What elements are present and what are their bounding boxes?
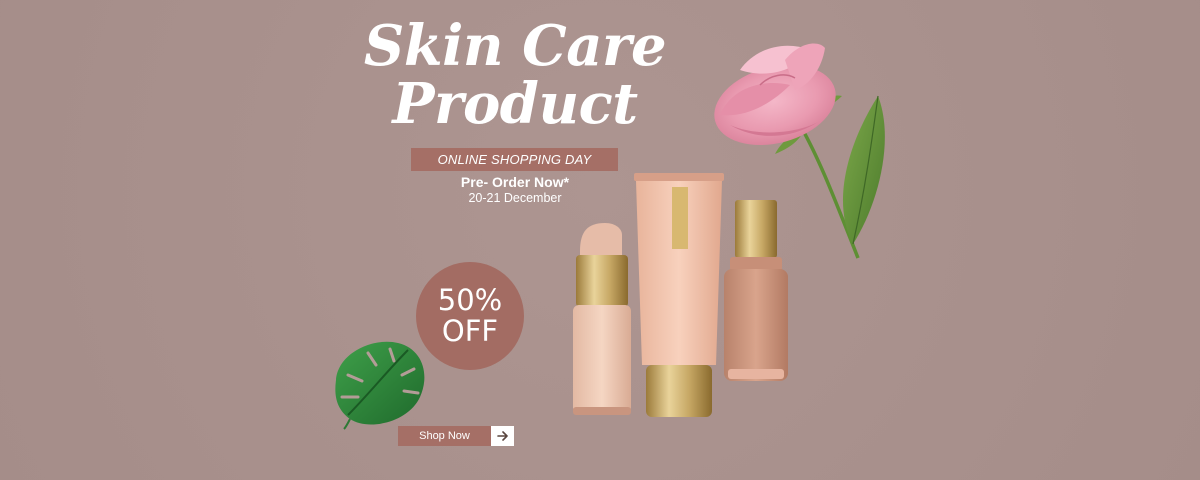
shop-now-label: Shop Now <box>398 426 491 446</box>
page-title: Skin Care Product <box>345 13 685 137</box>
leaf-icon <box>335 341 425 430</box>
discount-percent: 50% <box>437 282 503 317</box>
title-line-1: Skin Care <box>363 13 667 79</box>
discount-badge: 50% OFF <box>416 262 524 370</box>
shop-now-button[interactable]: Shop Now <box>398 426 514 446</box>
arrow-right-icon <box>491 426 514 446</box>
skincare-banner: Skin Care Product ONLINE SHOPPING DAY Pr… <box>0 0 1200 480</box>
event-dates: 20-21 December <box>468 191 562 205</box>
discount-off: OFF <box>441 314 499 348</box>
preorder-text: Pre- Order Now* <box>460 174 570 190</box>
event-tag: ONLINE SHOPPING DAY <box>411 148 618 171</box>
title-line-2: Product <box>392 70 638 137</box>
